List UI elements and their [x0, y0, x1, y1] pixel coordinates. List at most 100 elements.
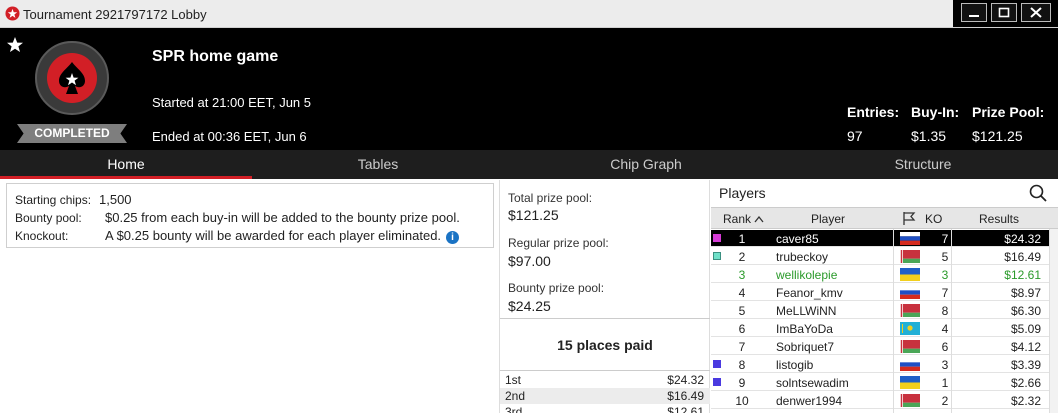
entries-label: Entries: — [847, 104, 900, 120]
flag-icon — [903, 212, 916, 225]
regular-prize-value: $97.00 — [508, 253, 551, 269]
country-flag-icon — [900, 340, 920, 353]
player-rank: 7 — [738, 340, 746, 354]
starting-chips-label: Starting chips: — [15, 193, 92, 207]
column-divider — [951, 229, 952, 413]
player-result: $2.32 — [1010, 394, 1041, 408]
country-flag-icon — [900, 286, 920, 299]
column-results[interactable]: Results — [979, 212, 1019, 226]
close-button[interactable] — [1021, 3, 1051, 22]
table-row[interactable]: 9 solntsewadim 1 $2.66 — [711, 374, 1058, 391]
status-badge: COMPLETED — [17, 124, 127, 143]
table-row[interactable]: 4 Feanor_kmv 7 $8.97 — [711, 284, 1058, 301]
prize-pool-panel: Total prize pool: $121.25 Regular prize … — [499, 180, 710, 413]
maximize-button[interactable] — [991, 3, 1017, 22]
info-icon[interactable]: i — [446, 231, 460, 244]
payout-row: 1st $24.32 — [500, 372, 710, 388]
table-row[interactable]: 8 listogib 3 $3.39 — [711, 356, 1058, 373]
table-row[interactable]: 3 wellikolepie 3 $12.61 — [711, 266, 1058, 283]
player-result: $3.39 — [1010, 358, 1041, 372]
player-rank: 4 — [738, 286, 746, 300]
player-result: $16.49 — [1004, 250, 1041, 264]
total-prize-label: Total prize pool: — [508, 191, 593, 205]
player-result: $2.66 — [1010, 376, 1041, 390]
table-row[interactable]: 5 MeLLWiNN 8 $6.30 — [711, 302, 1058, 319]
knockout-value: A $0.25 bounty will be awarded for each … — [105, 228, 442, 243]
payout-place: 2nd — [505, 389, 526, 403]
player-name: solntsewadim — [776, 376, 849, 390]
player-marker — [713, 234, 721, 242]
player-ko: 5 — [941, 250, 949, 264]
player-result: $24.32 — [1004, 232, 1041, 246]
maximize-icon — [998, 7, 1010, 18]
player-ko: 7 — [941, 286, 949, 300]
player-name: trubeckoy — [776, 250, 829, 264]
player-result: $6.30 — [1010, 304, 1041, 318]
player-rank: 8 — [738, 358, 746, 372]
players-table-header: Rank Player KO Results — [711, 207, 1058, 229]
start-time: Started at 21:00 EET, Jun 5 — [152, 95, 311, 110]
title-bar: Tournament 2921797172 Lobby — [0, 0, 1058, 28]
places-paid: 15 places paid — [500, 318, 710, 371]
knockout-value-wrap: A $0.25 bounty will be awarded for each … — [105, 228, 460, 244]
player-marker — [713, 252, 721, 260]
column-player[interactable]: Player — [811, 212, 845, 226]
player-name: ImBaYoDa — [776, 322, 833, 336]
column-rank-label: Rank — [723, 212, 752, 226]
player-ko: 6 — [941, 340, 949, 354]
column-flag[interactable] — [901, 210, 917, 229]
bounty-prize-value: $24.25 — [508, 298, 551, 314]
player-result: $8.97 — [1010, 286, 1041, 300]
tab-structure[interactable]: Structure — [788, 150, 1058, 179]
player-name: MeLLWiNN — [776, 304, 837, 318]
minimize-button[interactable] — [961, 3, 987, 22]
player-name: Sobriquet7 — [776, 340, 835, 354]
player-name: wellikolepie — [776, 268, 838, 282]
table-row[interactable]: 1 caver85 7 $24.32 — [711, 230, 1058, 247]
table-row[interactable]: 2 trubeckoy 5 $16.49 — [711, 248, 1058, 265]
player-marker — [713, 378, 721, 386]
player-result: $4.12 — [1010, 340, 1041, 354]
player-rank: 1 — [738, 232, 746, 246]
column-divider — [893, 229, 894, 413]
player-ko: 4 — [941, 322, 949, 336]
table-row[interactable]: 10 denwer1994 2 $2.32 — [711, 392, 1058, 409]
tab-tables[interactable]: Tables — [252, 150, 504, 179]
total-prize-value: $121.25 — [508, 207, 559, 223]
end-time: Ended at 00:36 EET, Jun 6 — [152, 129, 307, 144]
player-name: caver85 — [776, 232, 819, 246]
player-ko: 2 — [941, 394, 949, 408]
tab-chip-graph[interactable]: Chip Graph — [519, 150, 773, 179]
sort-ascending-icon — [754, 215, 764, 223]
player-rank: 6 — [738, 322, 746, 336]
search-icon[interactable] — [1029, 184, 1047, 202]
table-row[interactable]: 7 Sobriquet7 6 $4.12 — [711, 338, 1058, 355]
knockout-label: Knockout: — [15, 229, 69, 243]
player-ko: 8 — [941, 304, 949, 318]
tournament-header: COMPLETED SPR home game Started at 21:00… — [0, 28, 1058, 150]
close-icon — [1030, 7, 1042, 18]
payout-row: 2nd $16.49 — [500, 388, 710, 404]
players-scrollbar[interactable] — [1049, 229, 1058, 413]
prizepool-label: Prize Pool: — [972, 104, 1045, 120]
country-flag-icon — [900, 304, 920, 317]
payout-amount: $16.49 — [667, 389, 704, 403]
column-rank[interactable]: Rank — [723, 212, 764, 226]
country-flag-icon — [900, 232, 920, 245]
entries-value: 97 — [847, 128, 863, 144]
country-flag-icon — [900, 358, 920, 371]
buyin-value: $1.35 — [911, 128, 947, 144]
player-rank: 5 — [738, 304, 746, 318]
player-marker — [713, 360, 721, 368]
payout-place: 1st — [505, 373, 522, 387]
prizepool-value: $121.25 — [972, 128, 1023, 144]
tab-home[interactable]: Home — [0, 150, 252, 179]
favorite-star-icon[interactable] — [6, 36, 24, 54]
country-flag-icon — [900, 250, 920, 263]
payout-amount: $12.61 — [667, 405, 704, 413]
table-row[interactable]: 6 ImBaYoDa 4 $5.09 — [711, 320, 1058, 337]
column-ko[interactable]: KO — [925, 212, 942, 226]
player-ko: 7 — [941, 232, 949, 246]
players-title: Players — [719, 185, 766, 201]
payout-row: 3rd $12.61 — [500, 404, 710, 413]
